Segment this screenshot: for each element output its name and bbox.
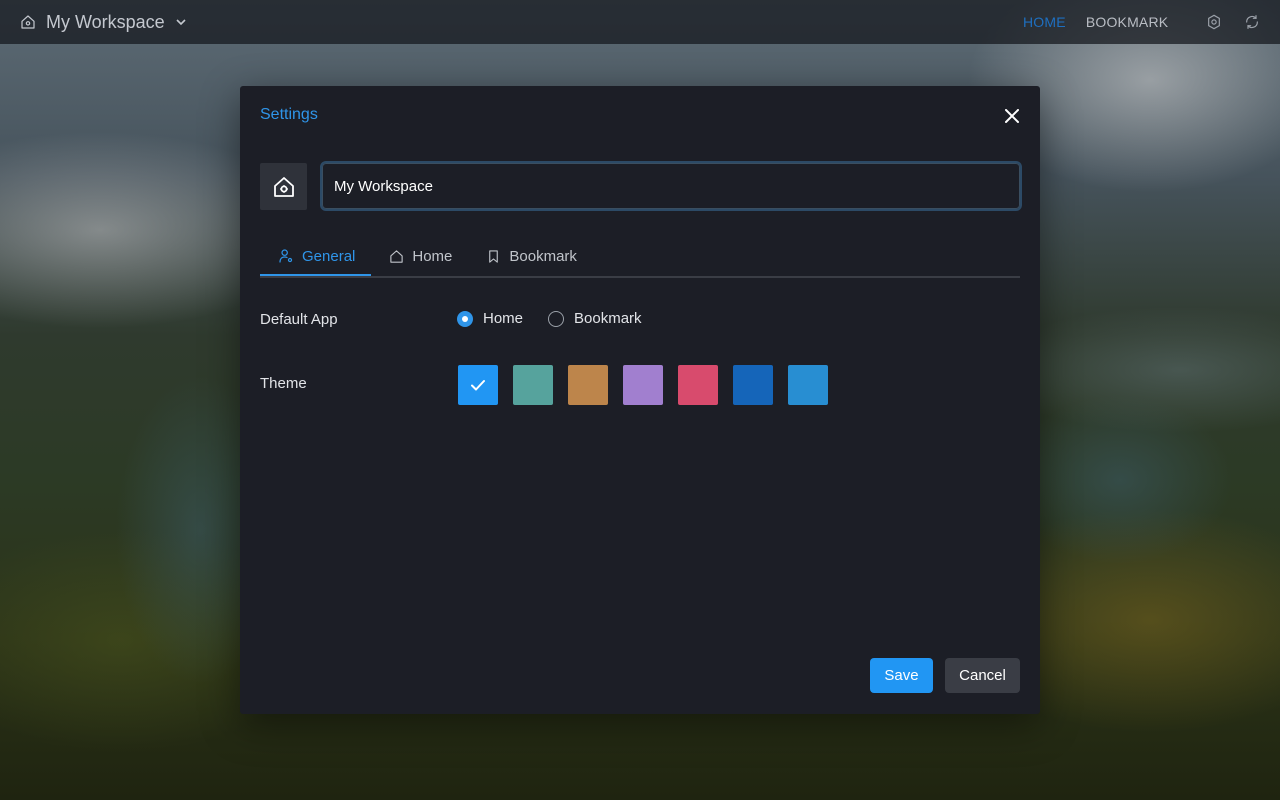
settings-icon[interactable] (1204, 12, 1224, 32)
theme-swatch-light-blue[interactable] (788, 365, 828, 405)
tab-home-label: Home (412, 247, 453, 265)
workspace-home-icon (20, 14, 36, 30)
check-icon (469, 376, 487, 394)
close-button[interactable] (1002, 106, 1022, 126)
radio-bookmark[interactable] (548, 310, 565, 327)
radio-home-label: Home (483, 310, 524, 327)
chevron-down-icon (175, 16, 187, 28)
theme-swatch-orange[interactable] (568, 365, 608, 405)
workspace-name-input[interactable] (320, 161, 1022, 211)
tab-general-label: General (302, 247, 356, 265)
cancel-button[interactable]: Cancel (945, 658, 1020, 693)
tab-general[interactable]: General (260, 238, 372, 276)
default-app-label: Default App (260, 311, 338, 328)
home-icon (389, 249, 404, 264)
default-app-option-bookmark[interactable]: Bookmark (548, 310, 642, 327)
theme-label: Theme (260, 375, 307, 392)
settings-dialog: Settings General (240, 86, 1040, 714)
workspace-switcher[interactable]: My Workspace (20, 12, 187, 33)
default-app-radio-group: Home Bookmark (457, 310, 642, 327)
theme-swatch-purple[interactable] (623, 365, 663, 405)
top-actions (1204, 12, 1262, 32)
refresh-icon[interactable] (1242, 12, 1262, 32)
radio-bookmark-label: Bookmark (574, 310, 642, 327)
theme-swatch-pink[interactable] (678, 365, 718, 405)
nav-home-link[interactable]: HOME (1023, 14, 1066, 30)
default-app-option-home[interactable]: Home (457, 310, 523, 327)
top-nav: HOME BOOKMARK (1023, 0, 1168, 44)
top-bar: My Workspace HOME BOOKMARK (0, 0, 1280, 44)
tab-home[interactable]: Home (371, 238, 468, 274)
radio-home[interactable] (457, 310, 473, 327)
home-settings-icon (272, 175, 296, 199)
user-settings-icon (278, 248, 294, 264)
bookmark-icon (486, 249, 501, 264)
settings-tabs: General Home Bookmark (260, 238, 1020, 278)
tab-bookmark[interactable]: Bookmark (468, 238, 593, 274)
theme-swatch-teal[interactable] (513, 365, 553, 405)
theme-swatch-blue[interactable] (458, 365, 498, 405)
workspace-title: My Workspace (46, 11, 165, 32)
workspace-icon-picker[interactable] (260, 163, 307, 210)
tab-bookmark-label: Bookmark (509, 247, 577, 265)
close-icon (1005, 109, 1019, 123)
dialog-title: Settings (260, 106, 318, 123)
theme-swatch-dark-blue[interactable] (733, 365, 773, 405)
nav-bookmark-link[interactable]: BOOKMARK (1086, 14, 1169, 30)
theme-swatches (458, 365, 828, 405)
save-button[interactable]: Save (870, 658, 933, 693)
